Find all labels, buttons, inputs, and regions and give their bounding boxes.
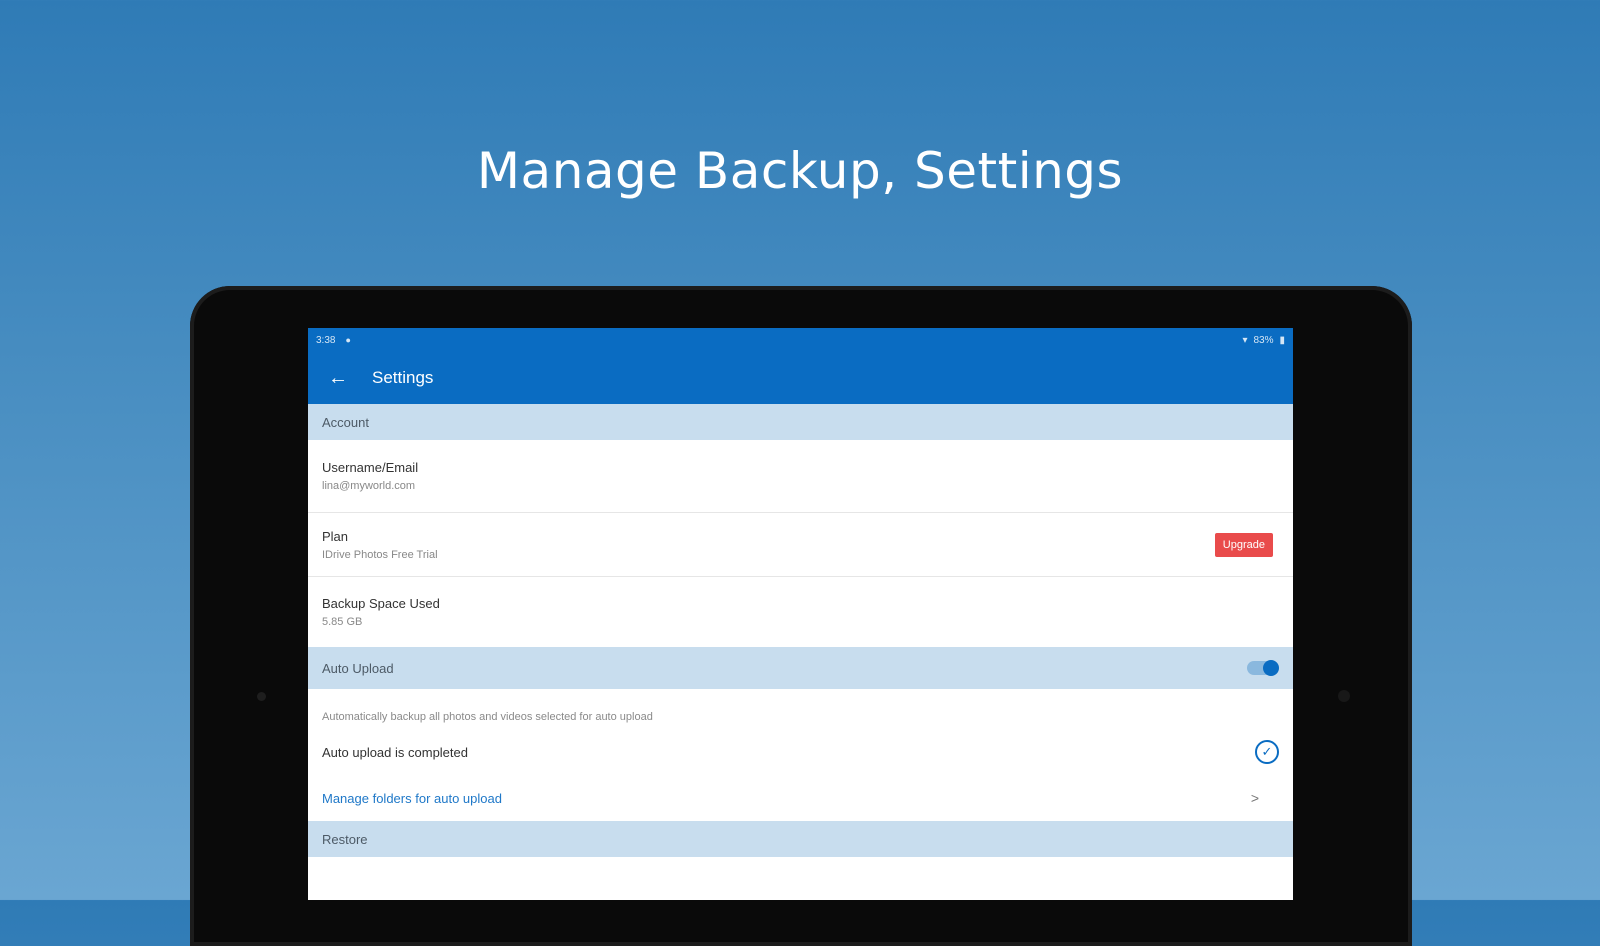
- status-time: 3:38: [316, 334, 336, 346]
- username-row[interactable]: Username/Email lina@myworld.com: [308, 440, 1293, 513]
- upgrade-button[interactable]: Upgrade: [1214, 532, 1273, 557]
- chevron-right-icon: >: [1250, 790, 1259, 806]
- auto-upload-toggle[interactable]: [1247, 660, 1279, 676]
- username-label: Username/Email: [322, 460, 419, 475]
- auto-upload-label: Auto Upload: [322, 660, 394, 676]
- tablet-camera: [1338, 690, 1350, 702]
- back-arrow-icon[interactable]: ←: [328, 367, 368, 390]
- backup-space-value: 5.85 GB: [322, 616, 363, 628]
- plan-label: Plan: [322, 528, 349, 544]
- notification-dot-icon: ●: [345, 335, 351, 345]
- section-header-auto-upload: Auto Upload: [308, 647, 1293, 689]
- status-bar: 3:38 ● ▾ 83% ▮: [308, 328, 1293, 352]
- plan-row: Plan IDrive Photos Free Trial Upgrade: [308, 513, 1293, 577]
- page-title: Settings: [372, 368, 434, 387]
- section-header-restore: Restore: [308, 821, 1293, 857]
- auto-upload-status: Auto upload is completed: [322, 744, 468, 760]
- auto-upload-status-row: Auto upload is completed ✓: [308, 729, 1293, 775]
- battery-icon: ▮: [1279, 334, 1285, 346]
- wifi-icon: ▾: [1242, 334, 1248, 346]
- manage-folders-link[interactable]: Manage folders for auto upload: [322, 791, 1251, 806]
- battery-percent: 83%: [1253, 334, 1274, 346]
- manage-folders-row[interactable]: Manage folders for auto upload >: [308, 775, 1293, 821]
- tablet-sensor: [257, 692, 266, 701]
- device-screen: 3:38 ● ▾ 83% ▮ ← Settings Account Userna…: [308, 328, 1293, 900]
- upload-complete-icon: ✓: [1255, 740, 1279, 764]
- plan-value: IDrive Photos Free Trial: [322, 548, 438, 561]
- backup-space-label: Backup Space Used: [322, 596, 440, 611]
- page-headline: Manage Backup, Settings: [476, 142, 1124, 200]
- app-bar: ← Settings: [308, 352, 1293, 404]
- backup-space-row: Backup Space Used 5.85 GB: [308, 577, 1293, 647]
- toggle-knob: [1263, 660, 1279, 676]
- section-header-account: Account: [308, 404, 1293, 440]
- auto-upload-description: Automatically backup all photos and vide…: [322, 711, 653, 723]
- username-value: lina@myworld.com: [322, 480, 416, 492]
